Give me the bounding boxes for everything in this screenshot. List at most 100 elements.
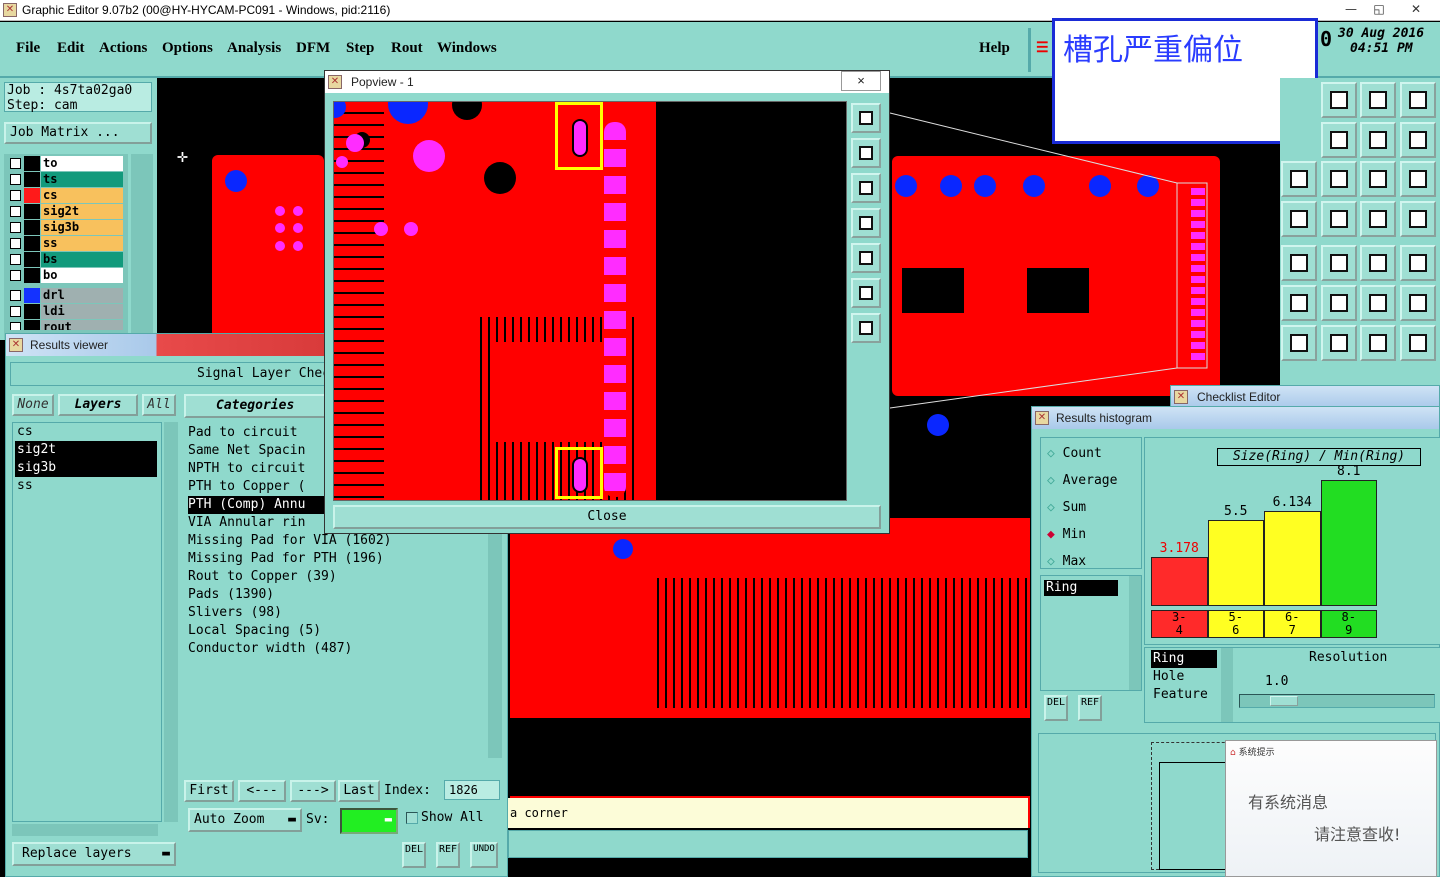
tool-text-icon[interactable] bbox=[1400, 325, 1436, 361]
tool-layers-icon[interactable] bbox=[1360, 201, 1396, 237]
category-item[interactable]: Conductor width (487) bbox=[188, 640, 496, 658]
zoom-option-select[interactable]: Auto Zoom ▬ bbox=[188, 808, 302, 832]
index-input[interactable]: 1826 bbox=[444, 780, 500, 800]
category-item[interactable]: Missing Pad for VIA (1602) bbox=[188, 532, 496, 550]
tool-scale-icon[interactable] bbox=[1360, 161, 1396, 197]
tool-window-icon[interactable] bbox=[1400, 82, 1436, 118]
attribute-item-feature[interactable]: Feature bbox=[1151, 686, 1217, 704]
popview-tool-expand-icon[interactable] bbox=[851, 278, 881, 308]
histogram-ref-button[interactable]: REF bbox=[1078, 695, 1102, 721]
menu-rout[interactable]: Rout bbox=[391, 40, 423, 57]
checklist-titlebar[interactable]: ✕ Checklist Editor bbox=[1171, 386, 1439, 408]
menu-actions[interactable]: Actions bbox=[99, 40, 147, 57]
result-layer-ss[interactable]: ss bbox=[17, 477, 161, 495]
popview-close-x[interactable]: × bbox=[841, 71, 881, 91]
layer-results-scrollbar[interactable] bbox=[164, 422, 178, 822]
tool-pan-icon[interactable] bbox=[1321, 161, 1357, 197]
results-undo-button[interactable]: UNDO bbox=[470, 842, 498, 868]
minimize-button[interactable]: — bbox=[1338, 1, 1364, 19]
prev-button[interactable]: <--- bbox=[238, 780, 286, 802]
measure-scrollbar[interactable] bbox=[1129, 576, 1141, 690]
layer-row-cs[interactable]: cs bbox=[8, 188, 124, 203]
result-layer-sig2t[interactable]: sig2t bbox=[15, 441, 157, 459]
tool-select-icon[interactable] bbox=[1281, 245, 1317, 281]
none-button[interactable]: None bbox=[12, 394, 54, 416]
histogram-del-button[interactable]: DEL bbox=[1044, 695, 1068, 721]
measure-selected[interactable]: Ring bbox=[1044, 580, 1118, 596]
all-button[interactable]: All bbox=[142, 394, 176, 416]
tool-line-icon[interactable] bbox=[1360, 285, 1396, 321]
show-all-checkbox[interactable] bbox=[406, 812, 418, 824]
attribute-item-ring[interactable]: Ring bbox=[1151, 650, 1217, 668]
tool-mirror-icon[interactable] bbox=[1360, 122, 1396, 158]
histogram-bar[interactable] bbox=[1320, 480, 1377, 606]
menu-windows[interactable]: Windows bbox=[437, 40, 497, 57]
popview-close-button[interactable]: Close bbox=[333, 505, 881, 529]
layers-button[interactable]: Layers bbox=[58, 394, 138, 416]
tool-grid-icon[interactable] bbox=[1321, 201, 1357, 237]
tool-save-icon[interactable] bbox=[1321, 82, 1357, 118]
category-item[interactable]: Rout to Copper (39) bbox=[188, 568, 496, 586]
popview-tool-fit-icon[interactable] bbox=[851, 103, 881, 133]
popview-tool-right-icon[interactable] bbox=[851, 243, 881, 273]
layer-row-bo[interactable]: bo bbox=[8, 268, 124, 283]
category-item[interactable]: Slivers (98) bbox=[188, 604, 496, 622]
category-item-selected[interactable]: PTH (Comp) Annu bbox=[188, 496, 338, 514]
menu-dfm[interactable]: DFM bbox=[296, 40, 330, 57]
first-button[interactable]: First bbox=[184, 780, 234, 802]
tool-cross-icon[interactable] bbox=[1321, 285, 1357, 321]
tool-layers-alt-icon[interactable] bbox=[1400, 201, 1436, 237]
tool-edit-line-icon[interactable] bbox=[1321, 325, 1357, 361]
layer-results-hscrollbar[interactable] bbox=[12, 824, 158, 836]
tool-snake-icon[interactable] bbox=[1400, 122, 1436, 158]
results-del-button[interactable]: DEL bbox=[402, 842, 426, 868]
option-count[interactable]: ◇ Count bbox=[1047, 446, 1102, 461]
menu-help[interactable]: Help bbox=[979, 40, 1010, 57]
layer-row-ts[interactable]: ts bbox=[8, 172, 124, 187]
menu-analysis[interactable]: Analysis bbox=[227, 40, 281, 57]
layer-row-sig2t[interactable]: sig2t bbox=[8, 204, 124, 219]
layer-row-ss[interactable]: ss bbox=[8, 236, 124, 251]
restore-button[interactable]: ◱ bbox=[1366, 1, 1392, 19]
layer-list-scrollbar[interactable] bbox=[131, 154, 153, 340]
menu-options[interactable]: Options bbox=[162, 40, 213, 57]
menu-edit[interactable]: Edit bbox=[57, 40, 85, 57]
menu-file[interactable]: File bbox=[16, 40, 40, 57]
layer-row-sig3b[interactable]: sig3b bbox=[8, 220, 124, 235]
tool-nodes-icon[interactable] bbox=[1281, 285, 1317, 321]
layer-row-rout[interactable]: rout bbox=[8, 320, 124, 330]
next-button[interactable]: ---> bbox=[290, 780, 336, 802]
layer-row-to[interactable]: to bbox=[8, 156, 124, 171]
tool-fill-icon[interactable] bbox=[1321, 245, 1357, 281]
system-notification[interactable]: ⌂ 系统提示 有系统消息 请注意查收! bbox=[1225, 740, 1437, 877]
tool-angle-icon[interactable] bbox=[1281, 325, 1317, 361]
popview-canvas[interactable] bbox=[333, 101, 847, 501]
histogram-bar[interactable] bbox=[1151, 557, 1208, 606]
histogram-titlebar[interactable]: ✕ Results histogram bbox=[1032, 407, 1439, 429]
sv-color-select[interactable]: ▬ bbox=[340, 808, 398, 834]
tool-home-icon[interactable] bbox=[1360, 82, 1396, 118]
close-window-button[interactable]: ✕ bbox=[1396, 1, 1436, 19]
layer-row-ldi[interactable]: ldi bbox=[8, 304, 124, 319]
result-layer-sig3b[interactable]: sig3b bbox=[15, 459, 157, 477]
popview-titlebar[interactable]: ✕ Popview - 1 × bbox=[325, 71, 889, 93]
tool-help-icon[interactable] bbox=[1400, 161, 1436, 197]
popview-tool-down-icon[interactable] bbox=[851, 173, 881, 203]
popview-tool-left-icon[interactable] bbox=[851, 208, 881, 238]
tool-circle-icon[interactable] bbox=[1400, 245, 1436, 281]
category-item[interactable]: Local Spacing (5) bbox=[188, 622, 496, 640]
results-ref-button[interactable]: REF bbox=[436, 842, 460, 868]
tool-line-alt-icon[interactable] bbox=[1400, 285, 1436, 321]
layer-row-bs[interactable]: bs bbox=[8, 252, 124, 267]
attribute-item-hole[interactable]: Hole bbox=[1151, 668, 1217, 686]
histogram-bar[interactable] bbox=[1207, 520, 1264, 606]
tool-export-icon[interactable] bbox=[1321, 122, 1357, 158]
job-matrix-button[interactable]: Job Matrix ... bbox=[4, 122, 152, 144]
option-max[interactable]: ◇ Max bbox=[1047, 554, 1086, 569]
menu-step[interactable]: Step bbox=[346, 40, 374, 57]
popview-tool-up-icon[interactable] bbox=[851, 138, 881, 168]
last-button[interactable]: Last bbox=[338, 780, 380, 802]
result-layer-cs[interactable]: cs bbox=[17, 423, 161, 441]
replace-layers-select[interactable]: Replace layers ▬ bbox=[12, 842, 176, 866]
option-sum[interactable]: ◇ Sum bbox=[1047, 500, 1086, 515]
